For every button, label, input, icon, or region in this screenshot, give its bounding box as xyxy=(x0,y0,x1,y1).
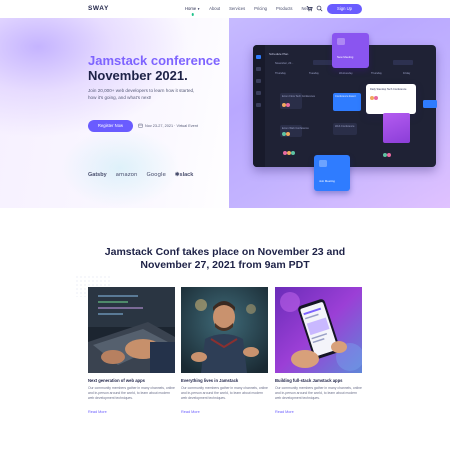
card-description: Our community members gather in many cha… xyxy=(275,386,362,400)
card-image-phone xyxy=(275,287,362,373)
feature-card: Building full-stack Jamstack apps Our co… xyxy=(275,287,362,414)
chevron-down-icon: ▼ xyxy=(197,7,201,11)
nav-item-pricing[interactable]: Pricing xyxy=(254,6,267,11)
feature-card: Next generation of web apps Our communit… xyxy=(88,287,175,414)
main-nav: Home▼ About Services Pricing Products Ne… xyxy=(185,6,321,11)
sponsor-logo-amazon: amazon xyxy=(115,172,138,178)
logo[interactable]: SWAY xyxy=(88,5,109,12)
card-title: Building full-stack Jamstack apps xyxy=(275,378,343,383)
nav-item-products[interactable]: Products xyxy=(276,6,293,11)
cart-icon[interactable] xyxy=(306,5,313,12)
hero-description: Join 20,000+ web developers to learn how… xyxy=(88,88,195,100)
sponsor-logo-google: Google xyxy=(146,172,166,178)
read-more-link[interactable]: Read More xyxy=(88,410,175,414)
video-icon xyxy=(319,160,327,167)
sponsor-logo-gatsby: Gatsby xyxy=(88,172,107,178)
sponsor-logo-slack: ✱slack xyxy=(174,172,194,178)
section-title: Jamstack Conf takes place on November 23… xyxy=(104,246,346,271)
read-more-link[interactable]: Read More xyxy=(275,410,362,414)
card-image-coding-laptop xyxy=(88,287,175,373)
nav-item-services[interactable]: Services xyxy=(229,6,245,11)
calendar-icon xyxy=(138,123,143,128)
mockup-highlight-card xyxy=(383,113,410,143)
nav-item-home[interactable]: Home▼ xyxy=(185,6,200,11)
card-description: Our community members gather in many cha… xyxy=(88,386,175,400)
sponsor-logos: Gatsby amazon Google ✱slack xyxy=(88,172,193,178)
search-icon[interactable] xyxy=(316,5,323,12)
join-meeting-card[interactable]: Join Meeting xyxy=(314,155,350,191)
site-header: SWAY Home▼ About Services Pricing Produc… xyxy=(0,0,450,18)
register-now-button[interactable]: Register Now xyxy=(88,120,133,132)
card-title: Next generation of web apps xyxy=(88,378,146,383)
read-more-link[interactable]: Read More xyxy=(181,410,268,414)
nav-item-about[interactable]: About xyxy=(209,6,220,11)
app-month-label: November, 20... xyxy=(275,62,294,65)
card-image-speaker xyxy=(181,287,268,373)
new-meeting-card[interactable]: New Meeting xyxy=(332,33,369,68)
card-title: Everything lives in Jamstack xyxy=(181,378,239,383)
feature-card: Everything lives in Jamstack Our communi… xyxy=(181,287,268,414)
standup-event-card[interactable]: Daily Standup Tech Conference xyxy=(366,84,416,114)
video-icon xyxy=(337,38,345,45)
hero-title-accent: Jamstack conference xyxy=(88,53,221,68)
hero-title: November 2021. xyxy=(88,68,188,83)
event-date: Nov 23-27, 2021 · Virtual Event xyxy=(138,123,198,128)
signup-button[interactable]: Sign Up xyxy=(327,4,362,14)
card-description: Our community members gather in many cha… xyxy=(181,386,268,400)
mockup-action-button[interactable] xyxy=(423,100,437,108)
app-window-title: Schedule Plan xyxy=(269,52,289,56)
